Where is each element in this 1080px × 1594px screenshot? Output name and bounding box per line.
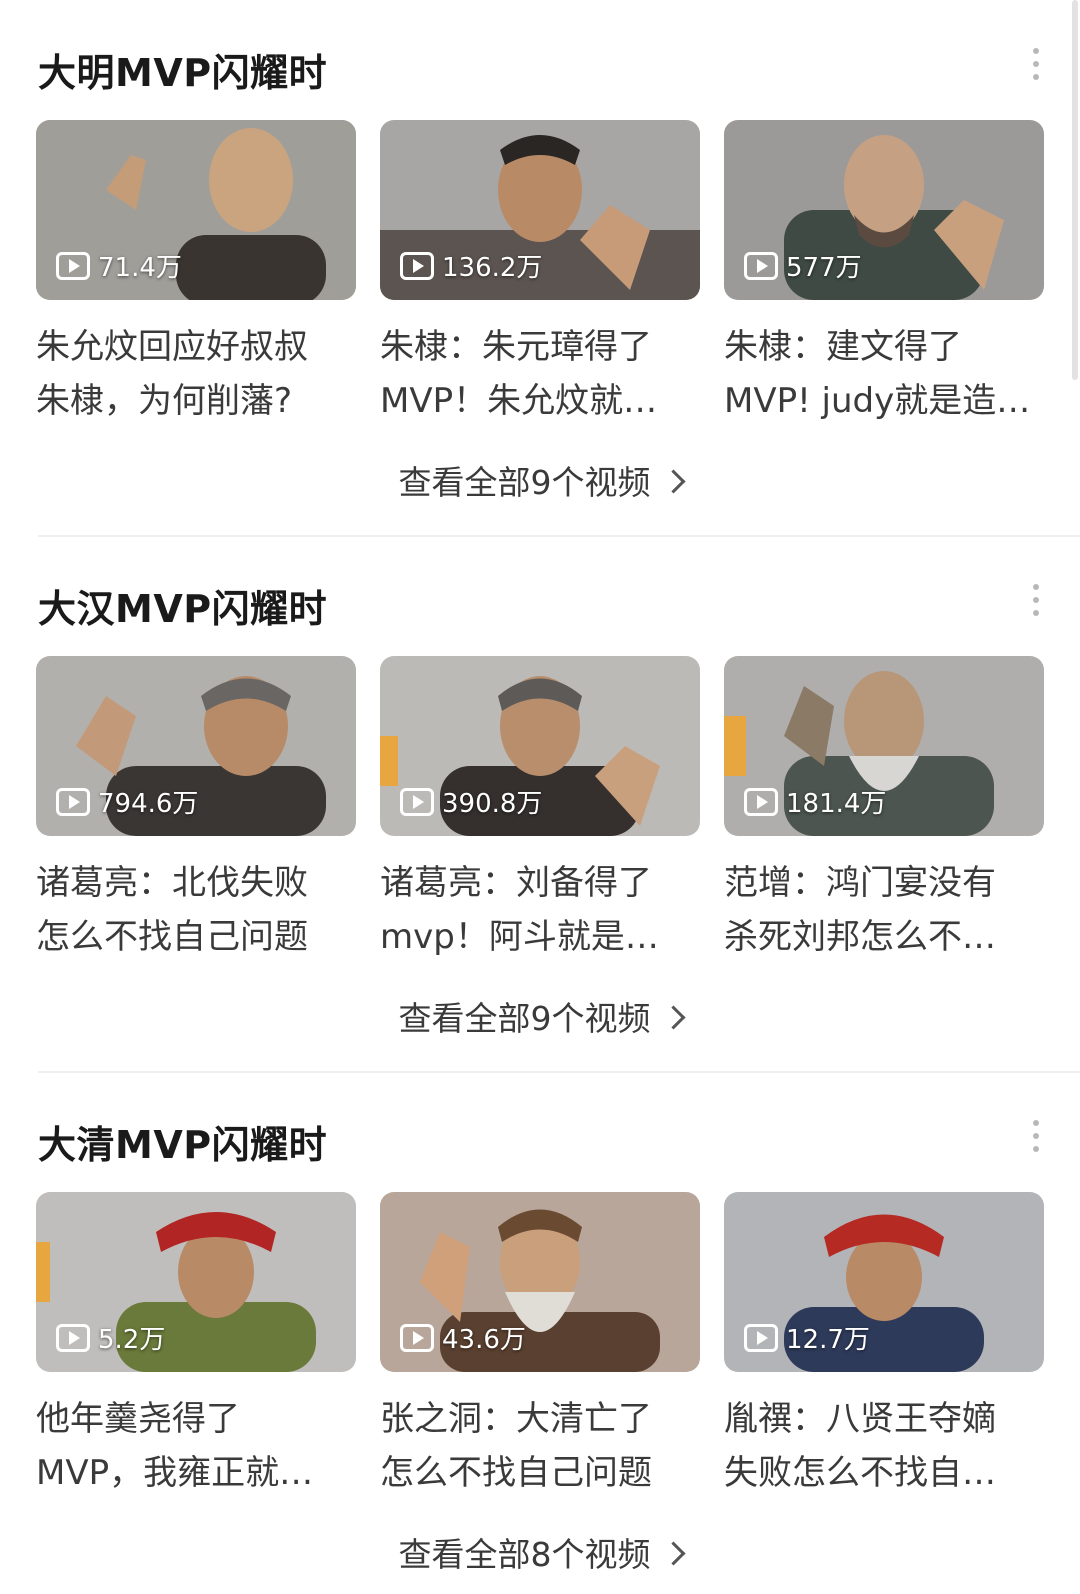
video-thumbnail[interactable]: 794.6万 <box>36 656 356 836</box>
video-title-line2: 杀死刘邦怎么不… <box>724 917 996 957</box>
play-icon <box>400 251 434 280</box>
video-title-line2: 失败怎么不找自… <box>724 1453 996 1493</box>
video-title[interactable]: 他年羹尧得了 MVP，我雍正就… <box>36 1392 356 1500</box>
video-card[interactable]: 577万 朱棣：建文得了 MVP! judy就是造… <box>724 120 1044 428</box>
chevron-right-icon <box>660 1541 686 1566</box>
view-count-text: 577万 <box>786 253 862 283</box>
play-icon <box>56 787 90 816</box>
video-title-line1: 朱棣：朱元璋得了 <box>380 327 652 367</box>
video-thumbnail[interactable]: 390.8万 <box>380 656 700 836</box>
more-options-icon[interactable] <box>1030 1120 1042 1152</box>
more-options-icon[interactable] <box>1030 48 1042 80</box>
see-all-label: 查看全部8个视频 <box>398 1535 651 1574</box>
view-count-text: 43.6万 <box>442 1325 526 1355</box>
section-divider <box>38 1071 1080 1073</box>
video-title-line2: 怎么不找自己问题 <box>380 1453 652 1493</box>
section-title: 大汉MVP闪耀时 <box>38 587 328 631</box>
view-count: 577万 <box>744 247 862 284</box>
video-title[interactable]: 朱允炆回应好叔叔 朱棣，为何削藩? <box>36 320 356 428</box>
play-icon <box>744 251 778 280</box>
video-title[interactable]: 范增：鸿门宴没有 杀死刘邦怎么不… <box>724 856 1044 964</box>
play-icon <box>744 1323 778 1352</box>
view-count: 5.2万 <box>56 1319 165 1356</box>
view-count-text: 794.6万 <box>98 789 199 819</box>
view-count: 136.2万 <box>400 247 542 284</box>
video-card[interactable]: 794.6万 诸葛亮：北伐失败 怎么不找自己问题 <box>36 656 356 964</box>
see-all-link[interactable]: 查看全部9个视频 <box>0 456 1080 504</box>
section-title: 大明MVP闪耀时 <box>38 51 328 95</box>
chevron-right-icon <box>660 1005 686 1030</box>
video-title-line2: 怎么不找自己问题 <box>36 917 308 957</box>
video-title-line1: 诸葛亮：北伐失败 <box>36 863 308 903</box>
video-title[interactable]: 张之洞：大清亡了 怎么不找自己问题 <box>380 1392 700 1500</box>
view-count-text: 12.7万 <box>786 1325 870 1355</box>
video-card[interactable]: 71.4万 朱允炆回应好叔叔 朱棣，为何削藩? <box>36 120 356 428</box>
view-count: 390.8万 <box>400 783 542 820</box>
view-count: 794.6万 <box>56 783 198 820</box>
video-thumbnail[interactable]: 43.6万 <box>380 1192 700 1372</box>
video-thumbnail[interactable]: 71.4万 <box>36 120 356 300</box>
video-thumbnail[interactable]: 5.2万 <box>36 1192 356 1372</box>
video-title-line1: 范增：鸿门宴没有 <box>724 863 996 903</box>
play-icon <box>56 251 90 280</box>
video-card[interactable]: 390.8万 诸葛亮：刘备得了 mvp！阿斗就是… <box>380 656 700 964</box>
view-count: 12.7万 <box>744 1319 870 1356</box>
play-icon <box>56 1323 90 1352</box>
video-title-line1: 他年羹尧得了 <box>36 1399 240 1439</box>
view-count-text: 5.2万 <box>98 1325 166 1355</box>
video-title-line1: 朱允炆回应好叔叔 <box>36 327 308 367</box>
video-card[interactable]: 5.2万 他年羹尧得了 MVP，我雍正就… <box>36 1192 356 1500</box>
video-card[interactable]: 12.7万 胤禩：八贤王夺嫡 失败怎么不找自… <box>724 1192 1044 1500</box>
video-title[interactable]: 诸葛亮：刘备得了 mvp！阿斗就是… <box>380 856 700 964</box>
play-icon <box>744 787 778 816</box>
view-count-text: 181.4万 <box>786 789 887 819</box>
video-title[interactable]: 胤禩：八贤王夺嫡 失败怎么不找自… <box>724 1392 1044 1500</box>
video-title-line2: MVP！朱允炆就… <box>380 381 658 421</box>
view-count-text: 390.8万 <box>442 789 543 819</box>
video-card[interactable]: 136.2万 朱棣：朱元璋得了 MVP！朱允炆就… <box>380 120 700 428</box>
video-title[interactable]: 诸葛亮：北伐失败 怎么不找自己问题 <box>36 856 356 964</box>
video-thumbnail[interactable]: 181.4万 <box>724 656 1044 836</box>
view-count-text: 136.2万 <box>442 253 543 283</box>
video-title-line1: 胤禩：八贤王夺嫡 <box>724 1399 996 1439</box>
section-title: 大清MVP闪耀时 <box>38 1123 328 1167</box>
video-title-line1: 朱棣：建文得了 <box>724 327 962 367</box>
see-all-link[interactable]: 查看全部8个视频 <box>0 1528 1080 1576</box>
chevron-right-icon <box>660 469 686 494</box>
video-title-line2: MVP，我雍正就… <box>36 1453 314 1493</box>
view-count-text: 71.4万 <box>98 253 182 283</box>
video-thumbnail[interactable]: 136.2万 <box>380 120 700 300</box>
video-card[interactable]: 43.6万 张之洞：大清亡了 怎么不找自己问题 <box>380 1192 700 1500</box>
video-thumbnail[interactable]: 577万 <box>724 120 1044 300</box>
scrollbar[interactable] <box>1072 0 1078 380</box>
see-all-label: 查看全部9个视频 <box>398 999 651 1038</box>
play-icon <box>400 1323 434 1352</box>
view-count: 181.4万 <box>744 783 886 820</box>
video-title-line2: mvp！阿斗就是… <box>380 917 659 957</box>
video-title-line1: 张之洞：大清亡了 <box>380 1399 652 1439</box>
see-all-link[interactable]: 查看全部9个视频 <box>0 992 1080 1040</box>
video-thumbnail[interactable]: 12.7万 <box>724 1192 1044 1372</box>
video-card[interactable]: 181.4万 范增：鸿门宴没有 杀死刘邦怎么不… <box>724 656 1044 964</box>
view-count: 43.6万 <box>400 1319 526 1356</box>
more-options-icon[interactable] <box>1030 584 1042 616</box>
video-title[interactable]: 朱棣：建文得了 MVP! judy就是造… <box>724 320 1044 428</box>
video-title[interactable]: 朱棣：朱元璋得了 MVP！朱允炆就… <box>380 320 700 428</box>
video-title-line2: MVP! judy就是造… <box>724 381 1031 421</box>
video-title-line1: 诸葛亮：刘备得了 <box>380 863 652 903</box>
section-divider <box>38 535 1080 537</box>
play-icon <box>400 787 434 816</box>
video-title-line2: 朱棣，为何削藩? <box>36 381 293 421</box>
view-count: 71.4万 <box>56 247 182 284</box>
see-all-label: 查看全部9个视频 <box>398 463 651 502</box>
